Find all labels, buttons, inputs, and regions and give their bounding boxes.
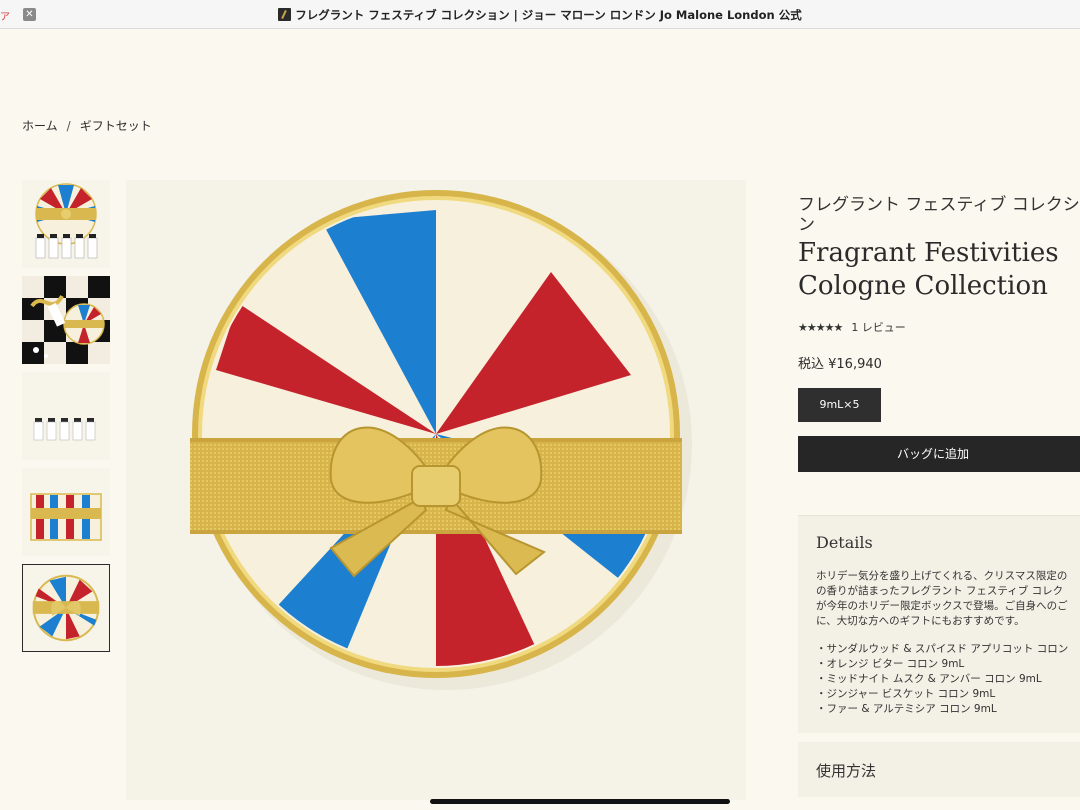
review-count-link[interactable]: 1 レビュー [851, 321, 906, 334]
breadcrumb-gift-set-link[interactable]: ギフトセット [80, 119, 152, 133]
tab-title: フレグラント フェスティブ コレクション | ジョー マローン ロンドン Jo … [0, 7, 1080, 23]
thumbnail-gift-box-with-bottles[interactable] [22, 180, 110, 268]
browser-tab-bar: ア ✕ フレグラント フェスティブ コレクション | ジョー マローン ロンドン… [0, 0, 1080, 29]
product-title-english-line1: Fragrant Festivities [798, 238, 1059, 268]
details-description: ホリデー気分を盛り上げてくれる、クリスマス限定の の香りが詰まったフレグラント … [816, 569, 1080, 629]
usage-heading[interactable]: 使用方法 [816, 760, 1080, 781]
product-price: 税込 ¥16,940 [798, 357, 882, 372]
included-items-list: ・サンダルウッド & スパイスド アプリコット コロン ・オレンジ ビター コロ… [816, 642, 1080, 717]
product-title-japanese: フレグラント フェスティブ コレクショ [798, 195, 1080, 215]
details-heading[interactable]: Details [816, 533, 1080, 552]
thumbnail-striped-box-side[interactable] [22, 468, 110, 556]
details-panel: Details ホリデー気分を盛り上げてくれる、クリスマス限定の の香りが詰まっ… [798, 515, 1080, 733]
list-item: ・ジンジャー ビスケット コロン 9mL [816, 688, 996, 700]
home-indicator[interactable] [430, 799, 730, 804]
size-option-button[interactable]: 9mL×5 [798, 388, 881, 422]
product-info: フレグラント フェスティブ コレクショ ン Fragrant Festiviti… [798, 195, 1080, 472]
product-title-english-line2: Cologne Collection [798, 271, 1048, 301]
list-item: ・ミッドナイト ムスク & アンバー コロン 9mL [816, 673, 1042, 685]
details-description-line: ホリデー気分を盛り上げてくれる、クリスマス限定の [816, 570, 1068, 582]
tab-title-text: フレグラント フェスティブ コレクション | ジョー マローン ロンドン Jo … [295, 8, 802, 22]
main-product-image[interactable] [126, 180, 746, 800]
list-item: ・ファー & アルテミシア コロン 9mL [816, 703, 997, 715]
details-description-line: の香りが詰まったフレグラント フェスティブ コレク [816, 585, 1064, 597]
product-title-japanese-continued: ン [798, 215, 815, 235]
details-description-line: に、大切な方へのギフトにもおすすめです。 [816, 615, 1025, 627]
star-rating-icon: ★★★★★ [798, 321, 843, 334]
breadcrumb: ホーム / ギフトセット [22, 117, 152, 134]
rating[interactable]: ★★★★★ 1 レビュー [798, 319, 1080, 335]
thumbnail-lifestyle-box-with-ornaments[interactable] [22, 276, 110, 364]
thumbnail-gift-box-top[interactable] [22, 564, 110, 652]
jo-malone-favicon-icon [278, 8, 292, 21]
add-to-bag-button[interactable]: バッグに追加 [798, 436, 1080, 472]
thumbnail-five-cologne-bottles[interactable] [22, 372, 110, 460]
breadcrumb-separator: / [66, 119, 71, 133]
breadcrumb-home-link[interactable]: ホーム [22, 119, 58, 133]
usage-panel[interactable]: 使用方法 [798, 742, 1080, 797]
details-description-line: が今年のホリデー限定ボックスで登場。ご自身へのご [816, 600, 1068, 612]
list-item: ・オレンジ ビター コロン 9mL [816, 658, 965, 670]
list-item: ・サンダルウッド & スパイスド アプリコット コロン [816, 643, 1069, 655]
thumbnail-gallery [22, 180, 110, 660]
